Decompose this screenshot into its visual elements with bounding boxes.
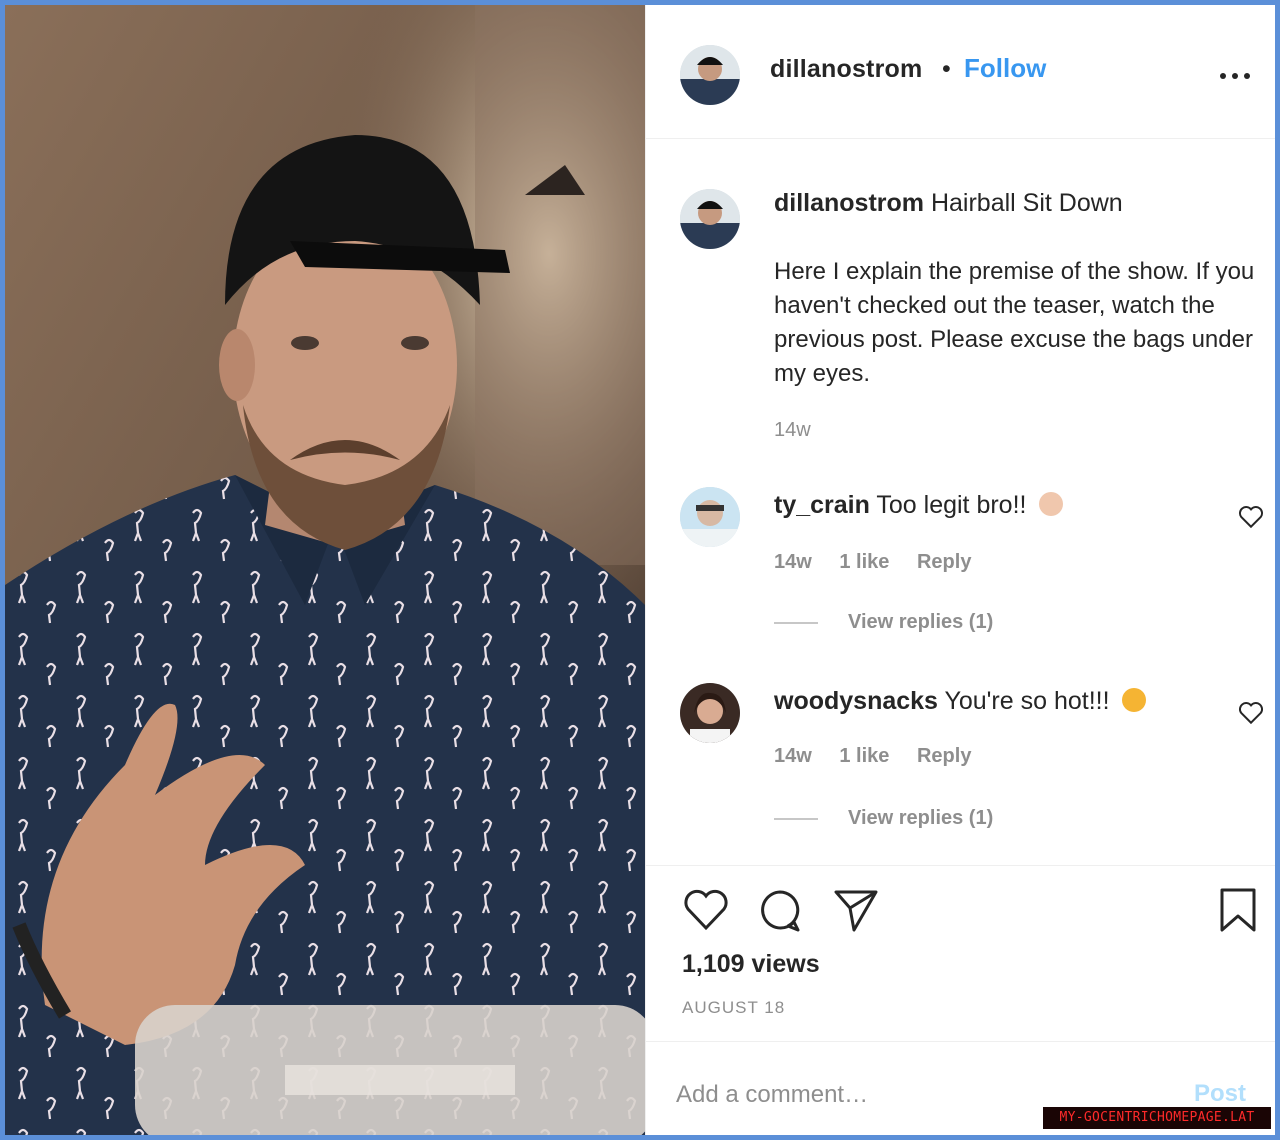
comment-timestamp[interactable]: 14w xyxy=(774,551,812,573)
ok-hand-emoji-icon xyxy=(1039,492,1064,516)
avatar-photo xyxy=(680,45,740,105)
comment-body: You're so hot!!! xyxy=(944,687,1110,715)
post-photo xyxy=(5,5,645,1135)
comment-meta: 14w 1 like Reply xyxy=(774,551,993,574)
author-username[interactable]: dillanostrom xyxy=(770,55,922,84)
comment-like-count[interactable]: 1 like xyxy=(839,551,889,573)
view-replies-label: View replies (1) xyxy=(848,611,994,633)
author-avatar[interactable] xyxy=(680,45,740,105)
replies-divider xyxy=(774,817,818,820)
view-count[interactable]: 1,109 views xyxy=(682,950,820,979)
more-dot xyxy=(1232,73,1238,79)
action-bar: 1,109 views AUGUST 18 xyxy=(646,865,1275,1041)
post-media[interactable] xyxy=(5,5,645,1135)
more-options-icon[interactable] xyxy=(1220,71,1250,81)
heart-eyes-emoji-icon xyxy=(1122,688,1147,712)
comment-meta: 14w 1 like Reply xyxy=(774,745,993,768)
avatar-photo xyxy=(680,487,740,547)
replies-divider xyxy=(774,621,818,624)
heart-icon[interactable] xyxy=(682,886,730,934)
comment-text: ty_crain Too legit bro!! xyxy=(774,491,1064,520)
avatar-photo xyxy=(680,683,740,743)
comment-body: Too legit bro!! xyxy=(876,491,1027,519)
heart-icon[interactable] xyxy=(1238,505,1264,529)
caption-username[interactable]: dillanostrom xyxy=(774,189,924,217)
comment-bubble-icon[interactable] xyxy=(756,886,804,934)
view-replies-label: View replies (1) xyxy=(848,807,994,829)
header-separator: • xyxy=(942,55,951,83)
caption-author-avatar[interactable] xyxy=(680,189,740,249)
bookmark-icon[interactable] xyxy=(1214,886,1262,934)
watermark-label: MY-GOCENTRICHOMEPAGE.LAT xyxy=(1043,1107,1271,1129)
comment-text: woodysnacks You're so hot!!! xyxy=(774,687,1147,716)
post-comment-button[interactable]: Post xyxy=(1194,1080,1246,1108)
comment-username[interactable]: ty_crain xyxy=(774,491,870,519)
post-header: dillanostrom • Follow xyxy=(646,5,1275,139)
screenshot-frame: dillanostrom • Follow dillanostrom Hairb… xyxy=(0,0,1280,1140)
avatar-photo xyxy=(680,189,740,249)
commenter-avatar[interactable] xyxy=(680,487,740,547)
comment-username[interactable]: woodysnacks xyxy=(774,687,938,715)
post-side-panel: dillanostrom • Follow dillanostrom Hairb… xyxy=(645,5,1275,1135)
caption-header: dillanostrom Hairball Sit Down xyxy=(774,189,1123,218)
post-date[interactable]: AUGUST 18 xyxy=(682,998,785,1018)
reply-button[interactable]: Reply xyxy=(917,551,971,573)
more-dot xyxy=(1244,73,1250,79)
comment-like-count[interactable]: 1 like xyxy=(839,745,889,767)
view-replies-button[interactable]: View replies (1) xyxy=(774,807,993,830)
more-dot xyxy=(1220,73,1226,79)
follow-button[interactable]: Follow xyxy=(964,53,1046,84)
caption-title: Hairball Sit Down xyxy=(930,189,1123,217)
paper-plane-icon[interactable] xyxy=(832,886,880,934)
heart-icon[interactable] xyxy=(1238,701,1264,725)
caption-timestamp[interactable]: 14w xyxy=(774,419,811,442)
reply-button[interactable]: Reply xyxy=(917,745,971,767)
caption-text: Here I explain the premise of the show. … xyxy=(774,258,1255,387)
view-replies-button[interactable]: View replies (1) xyxy=(774,611,993,634)
commenter-avatar[interactable] xyxy=(680,683,740,743)
comment-timestamp[interactable]: 14w xyxy=(774,745,812,767)
